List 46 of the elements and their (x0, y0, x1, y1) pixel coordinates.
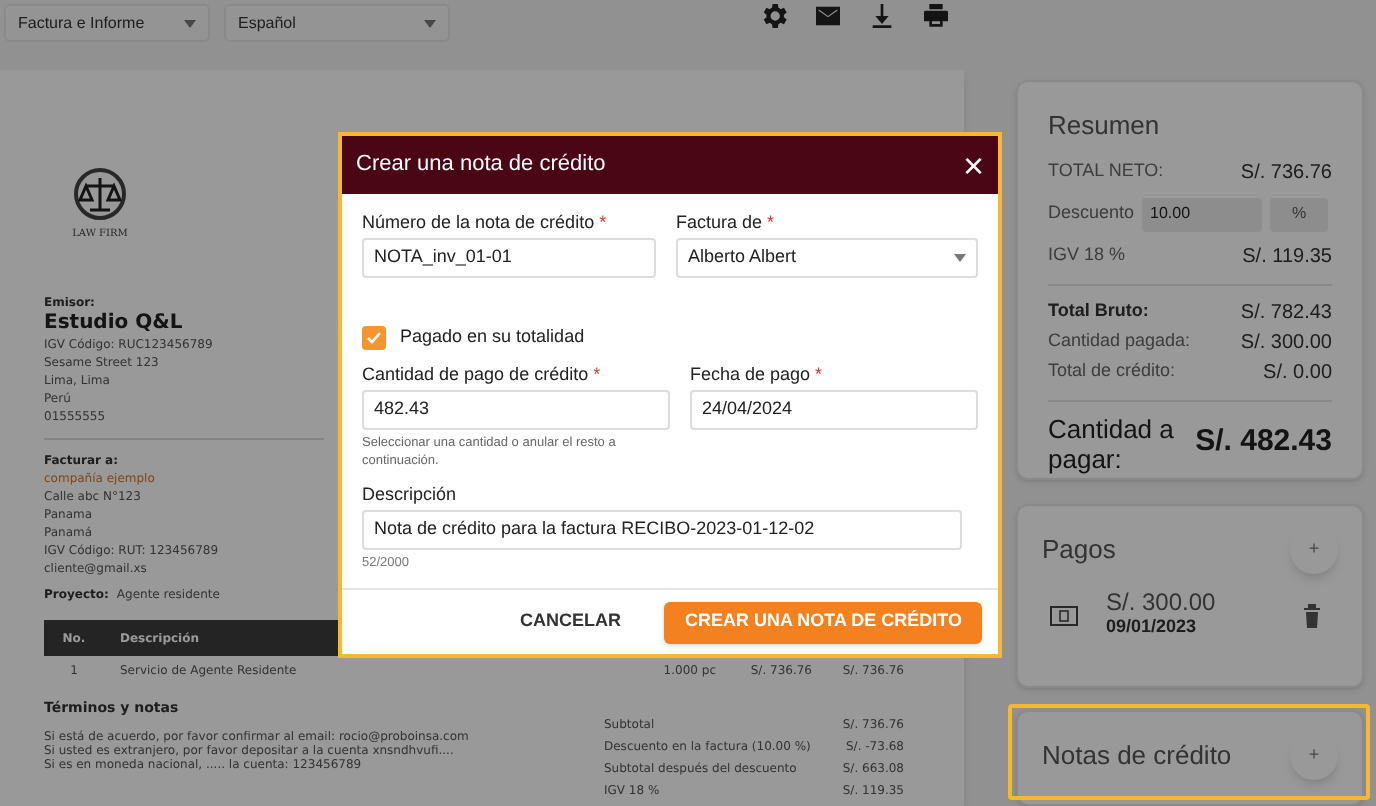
field-label: Descripción (362, 481, 459, 503)
field-label: Fecha de pago * (689, 361, 825, 383)
cash-icon (1050, 605, 1078, 626)
summary-value: S/. 782.43 (1240, 299, 1332, 327)
payment-amount: S/. 300.00 (1106, 590, 1218, 614)
settings-icon[interactable] (758, 0, 790, 32)
input-field[interactable]: 24/04/2024 (689, 389, 978, 429)
caret-icon (424, 19, 436, 27)
checkbox-label: Pagado en su totalidad (400, 324, 585, 350)
payments-title: Pagos (1042, 532, 1116, 569)
amount-due-value: S/. 482.43 (1195, 422, 1332, 463)
caret-icon (184, 19, 196, 27)
summary-label: TOTAL NETO: (1048, 158, 1164, 185)
input-field[interactable]: 482.43 (362, 389, 670, 429)
amount-due-label: Cantidad a pagar: (1048, 413, 1176, 473)
summary-value: S/. 300.00 (1240, 329, 1332, 357)
trash-icon[interactable] (1302, 603, 1322, 628)
issuer-name: Estudio Q&L (44, 312, 183, 336)
summary-label: IGV 18 % (1048, 242, 1126, 269)
checkbox[interactable] (362, 325, 386, 350)
dropdown[interactable]: Español (224, 4, 450, 42)
caret-icon (954, 254, 966, 262)
discount-label: Descuento (1048, 200, 1135, 227)
input-field[interactable]: NOTA_inv_01-01 (362, 238, 657, 278)
summary-value: S/. 0.00 (1263, 359, 1332, 387)
cancel-button[interactable]: CANCELAR (503, 601, 637, 643)
summary-title: Resumen (1048, 108, 1162, 144)
print-icon[interactable] (920, 0, 952, 32)
summary-label: Total de crédito: (1048, 358, 1176, 385)
field-label: Factura de * (676, 210, 777, 232)
dropdown[interactable]: Factura e Informe (4, 4, 210, 42)
input-field[interactable]: Nota de crédito para la factura RECIBO-2023-01-12-02 (362, 509, 962, 549)
scales-logo-icon (68, 166, 132, 226)
dialog-title: Crear una nota de crédito (356, 150, 606, 181)
field-label: Número de la nota de crédito * (362, 210, 609, 232)
discount-field[interactable]: 10.00 (1142, 197, 1263, 231)
summary-value: S/. 736.76 (1240, 159, 1332, 187)
summary-value: S/. 119.35 (1242, 243, 1332, 271)
unit-dropdown[interactable]: % (1270, 197, 1329, 231)
payment-date: 09/01/2023 (1106, 614, 1199, 640)
close-button[interactable]: × (962, 147, 984, 183)
field-label: Cantidad de pago de crédito * (362, 361, 603, 383)
credit-notes-title: Notas de crédito (1042, 738, 1232, 775)
summary-label: Cantidad pagada: (1048, 328, 1191, 355)
dropdown[interactable]: Alberto Albert (676, 238, 978, 278)
summary-label: Total Bruto: (1048, 298, 1149, 325)
